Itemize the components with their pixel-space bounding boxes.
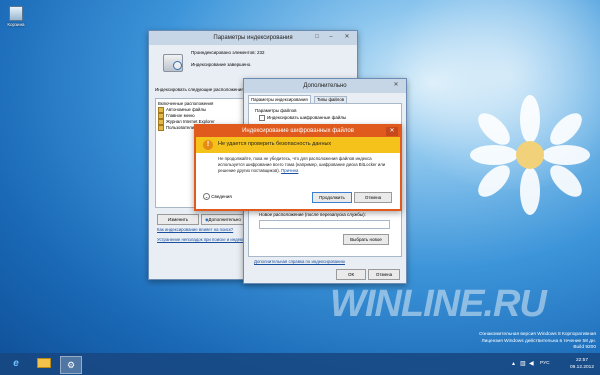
index-locations-label: Индексировать следующие расположения: xyxy=(155,87,245,92)
encrypt-checkbox[interactable]: Индексировать шифрованные файлы xyxy=(259,115,346,121)
indexed-count: Проиндексировано элементов: 232 xyxy=(191,50,265,55)
indexing-status: Индексирование завершено. xyxy=(191,62,252,67)
language-indicator[interactable]: РУС xyxy=(540,361,550,366)
indexing-titlebar: Параметры индексирования – □ ✕ xyxy=(149,31,357,45)
dialog-body: Не продолжайте, пока не убедитесь, что д… xyxy=(218,156,386,173)
advanced-help-link[interactable]: Дополнительная справка по индексированию xyxy=(254,259,345,264)
advanced-titlebar: Дополнительно ✕ xyxy=(244,79,406,93)
maximize-button[interactable]: □ xyxy=(311,32,323,43)
watermark: WINLINE.RU xyxy=(330,283,547,325)
tray-arrow-icon[interactable]: ▴ xyxy=(512,360,515,367)
flower-graphic xyxy=(470,95,590,215)
help-link[interactable]: Как индексирование влияет на поиск? xyxy=(157,227,233,232)
dialog-title: Индексирование шифрованных файлов xyxy=(242,128,354,134)
advanced-button[interactable]: ◆Дополнительно xyxy=(201,214,245,225)
evaluation-notice: Ознакомительная версия Windows 8 Корпора… xyxy=(479,332,596,352)
modify-button[interactable]: Изменить xyxy=(157,214,199,225)
chevron-down-icon: ⌄ xyxy=(203,193,210,200)
recycle-bin-icon xyxy=(9,6,23,21)
file-settings-label: Параметры файлов xyxy=(255,108,297,113)
minimize-button[interactable]: – xyxy=(325,32,337,43)
dialog-header: ! Не удается проверить безопасность данн… xyxy=(196,137,400,153)
window-title: Дополнительно xyxy=(303,83,347,89)
close-button[interactable]: ✕ xyxy=(386,127,398,136)
control-panel-icon[interactable]: ⚙ xyxy=(60,356,82,374)
clock-date: 09.12.2012 xyxy=(569,365,594,370)
details-link[interactable]: Причина xyxy=(281,168,298,173)
network-icon[interactable]: ▥ xyxy=(520,360,526,367)
close-button[interactable]: ✕ xyxy=(339,32,355,43)
tab-indexing-settings[interactable]: Параметры индексирования xyxy=(248,95,311,103)
clock-time: 22:57 xyxy=(575,358,588,363)
magnifier-icon xyxy=(173,61,182,70)
volume-icon[interactable]: ◀ xyxy=(529,360,534,367)
recycle-bin-label: Корзина xyxy=(7,22,25,27)
new-location-label: Новое расположение (после перезапуска сл… xyxy=(259,212,366,217)
cancel-button[interactable]: Отмена xyxy=(368,269,400,280)
recycle-bin[interactable]: Корзина xyxy=(5,6,27,30)
dialog-titlebar: Индексирование шифрованных файлов ✕ xyxy=(196,126,400,137)
continue-button[interactable]: Продолжить xyxy=(312,192,352,203)
dialog-cancel-button[interactable]: Отмена xyxy=(354,192,392,203)
ok-button[interactable]: ОК xyxy=(336,269,366,280)
select-new-button[interactable]: Выбрать новое xyxy=(343,234,389,245)
evaluation-line: Ознакомительная версия Windows 8 Корпора… xyxy=(479,332,596,337)
new-location-field[interactable] xyxy=(259,220,390,229)
window-title: Параметры индексирования xyxy=(213,35,293,41)
evaluation-line: Build 9200 xyxy=(573,345,596,350)
tab-file-types[interactable]: Типы файлов xyxy=(314,96,347,103)
file-explorer-icon[interactable] xyxy=(34,356,54,372)
folder-icon xyxy=(158,125,164,131)
close-button[interactable]: ✕ xyxy=(388,80,404,91)
encrypted-files-dialog: Индексирование шифрованных файлов ✕ ! Не… xyxy=(194,124,402,211)
taskbar: e ⚙ ▴ ▥ ◀ РУС 22:57 09.12.2012 xyxy=(0,353,600,375)
warning-icon: ! xyxy=(203,140,213,150)
clock[interactable]: 22:57 09.12.2012 xyxy=(570,357,594,371)
dialog-heading: Не удается проверить безопасность данных xyxy=(218,141,332,147)
details-toggle[interactable]: ⌄ Сведения xyxy=(203,193,232,200)
checkbox[interactable] xyxy=(259,115,265,121)
internet-explorer-icon[interactable]: e xyxy=(6,356,26,372)
